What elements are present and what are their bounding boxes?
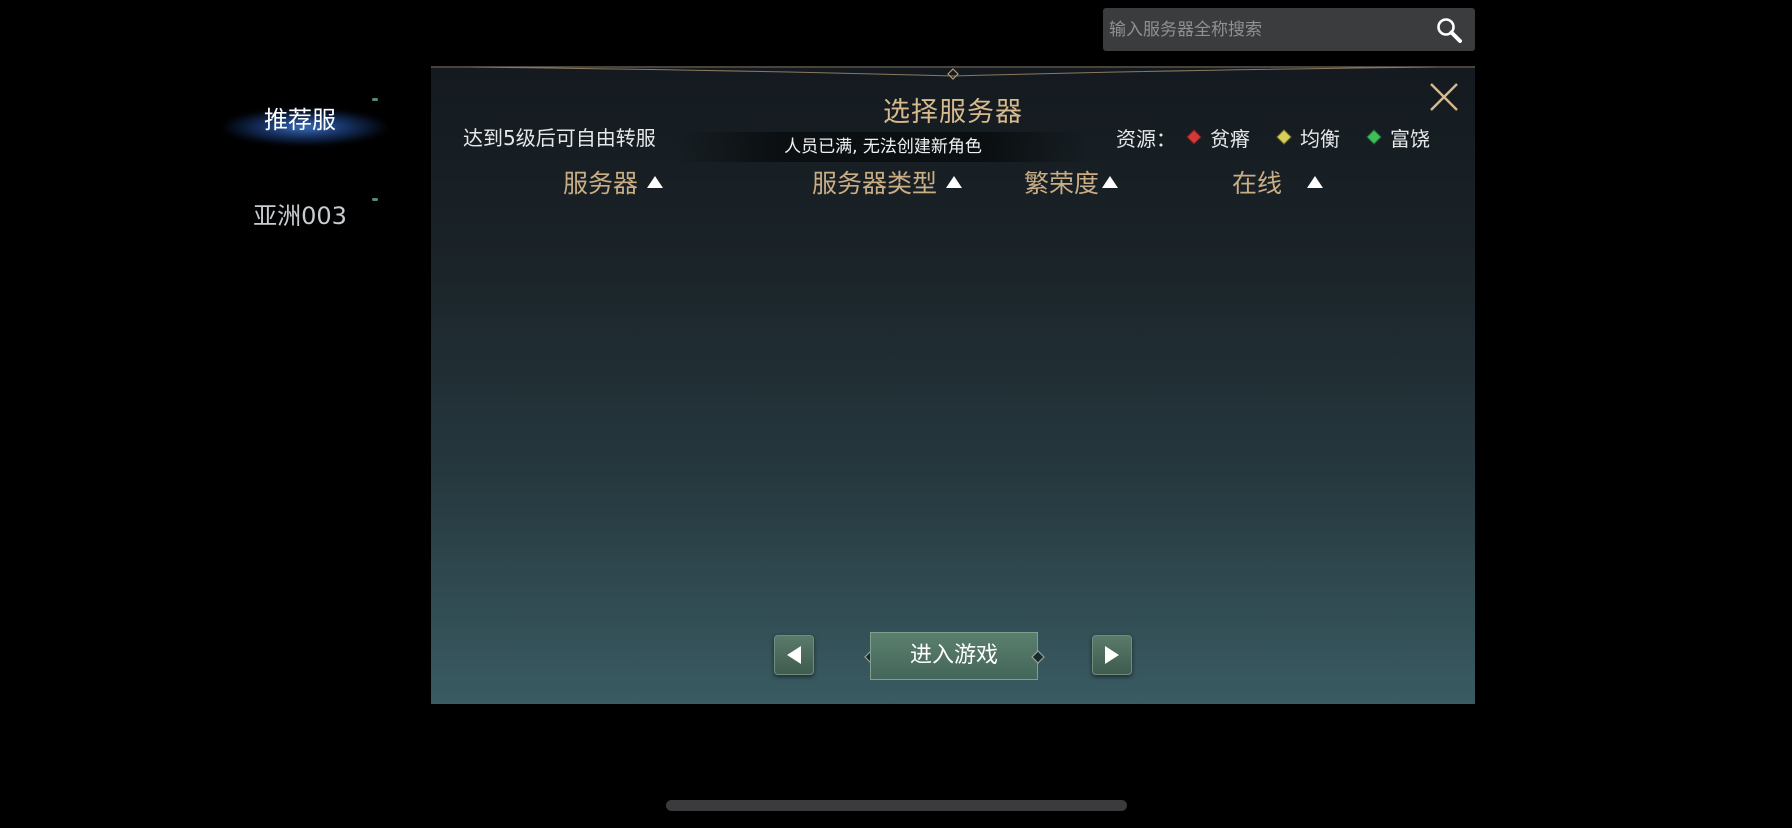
search-icon[interactable]	[1435, 16, 1463, 44]
yellow-diamond-icon	[1276, 129, 1292, 145]
column-header-label: 在线	[1232, 169, 1283, 198]
column-header-server[interactable]: 服务器	[563, 164, 664, 200]
column-header-label: 服务器类型	[812, 169, 938, 198]
sort-up-icon	[1307, 176, 1324, 188]
sidebar-item-label: 亚洲003	[253, 202, 347, 230]
sort-up-icon	[946, 176, 963, 188]
legend-item-balanced: 均衡	[1276, 123, 1340, 152]
column-header-online[interactable]: 在线	[1232, 164, 1324, 200]
game-screen: 推荐服 亚洲003 选择服务器 达到5级后可自由转服 人员已满, 无法创建新角色…	[0, 0, 1792, 828]
sidebar-item-recommended[interactable]: 推荐服	[200, 98, 400, 146]
server-search-bar	[1103, 8, 1475, 51]
column-header-label: 服务器	[563, 169, 639, 198]
column-header-label: 繁荣度	[1024, 169, 1100, 198]
prev-page-button[interactable]	[774, 635, 814, 675]
legend-label: 富饶	[1390, 126, 1430, 151]
legend-item-poor: 贫瘠	[1186, 123, 1250, 152]
column-header-prosperity[interactable]: 繁荣度	[1024, 164, 1119, 200]
red-diamond-icon	[1186, 129, 1202, 145]
home-indicator[interactable]	[666, 800, 1127, 811]
green-diamond-icon	[1366, 129, 1382, 145]
sort-up-icon	[647, 176, 664, 188]
arrow-right-icon	[1105, 646, 1119, 664]
legend-item-rich: 富饶	[1366, 123, 1430, 152]
tab-marker-dot	[372, 98, 378, 101]
arrow-left-icon	[787, 646, 801, 664]
resource-label: 资源：	[1116, 126, 1176, 151]
server-full-text: 人员已满, 无法创建新角色	[784, 137, 982, 157]
tab-marker-dot	[372, 198, 378, 201]
server-full-banner: 人员已满, 无法创建新角色	[677, 132, 1089, 162]
panel-ornament-line	[431, 66, 1475, 80]
resource-legend: 资源： 贫瘠 均衡 富饶	[1116, 122, 1430, 152]
close-icon[interactable]	[1427, 80, 1461, 114]
transfer-hint-text: 达到5级后可自由转服	[463, 126, 656, 150]
button-ornament-diamond	[1031, 650, 1045, 664]
sidebar-item-label: 推荐服	[264, 106, 336, 134]
column-header-server-type[interactable]: 服务器类型	[812, 164, 963, 200]
server-search-input[interactable]	[1109, 8, 1409, 51]
next-page-button[interactable]	[1092, 635, 1132, 675]
server-region-sidebar: 推荐服 亚洲003	[200, 90, 400, 290]
legend-label: 均衡	[1300, 126, 1340, 151]
sidebar-item-asia-003[interactable]: 亚洲003	[200, 194, 400, 238]
server-select-panel: 选择服务器 达到5级后可自由转服 人员已满, 无法创建新角色 资源： 贫瘠 均衡	[431, 66, 1475, 704]
legend-label: 贫瘠	[1210, 126, 1250, 151]
enter-game-button[interactable]: 进入游戏	[870, 632, 1038, 680]
sort-up-icon	[1102, 176, 1119, 188]
